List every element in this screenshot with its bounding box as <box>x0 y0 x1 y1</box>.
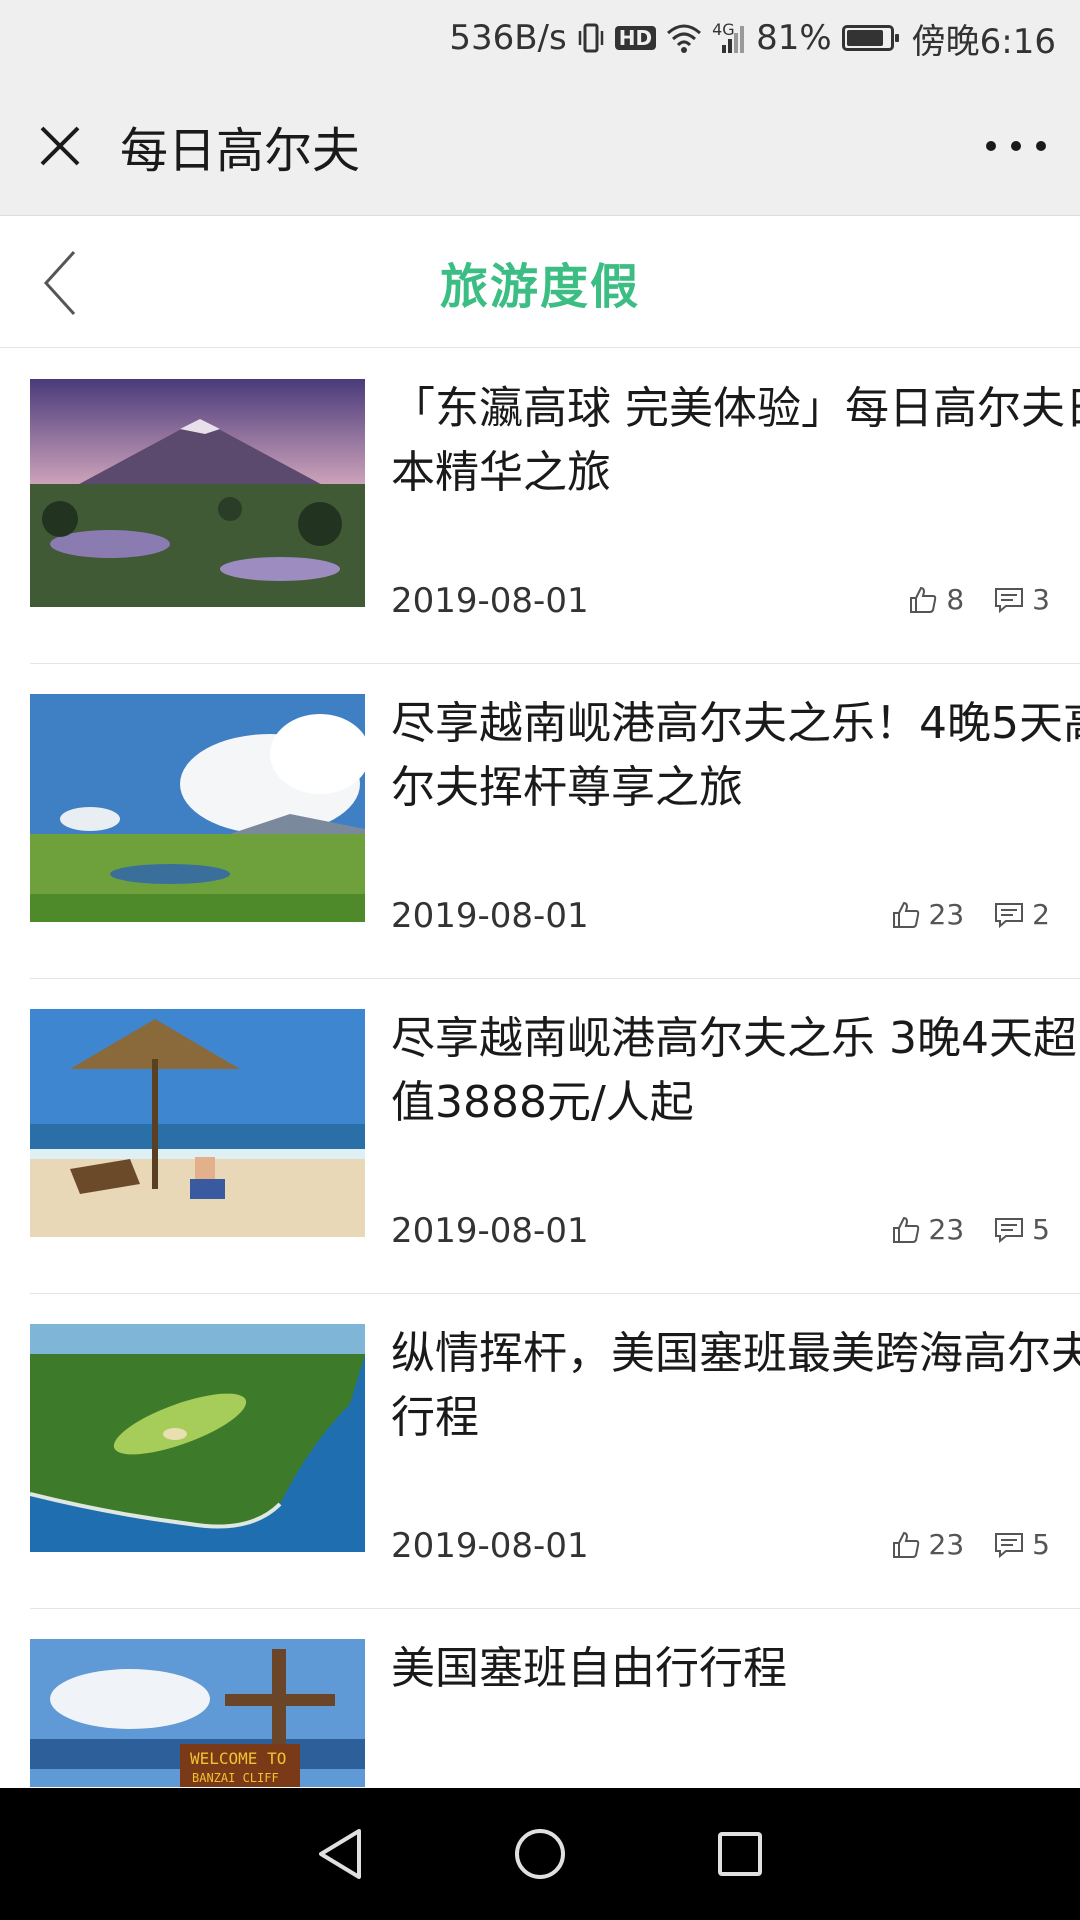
comment-count: 5 <box>1032 1213 1050 1246</box>
thumbs-up-icon <box>891 1215 921 1245</box>
article-title: 尽享越南岘港高尔夫之乐 3晚4天超值3888元/人起 <box>391 1013 1077 1128</box>
clock: 傍晚6:16 <box>911 21 1056 62</box>
comment-icon <box>994 901 1024 929</box>
like-count: 23 <box>928 1528 965 1561</box>
article-title: 美国塞班自由行行程 <box>391 1643 787 1694</box>
list-item[interactable]: WELCOME TO BANZAI CLIFF 美国塞班自由行行程 <box>30 1609 1080 1787</box>
comment-icon <box>994 1531 1024 1559</box>
vibrate-icon <box>577 20 605 56</box>
back-button[interactable] <box>40 245 90 321</box>
circle-home-icon <box>515 1829 565 1879</box>
signal-icon: 4G <box>712 20 746 56</box>
article-title: 尽享越南岘港高尔夫之乐！4晚5天高尔夫挥杆尊享之旅 <box>391 698 1080 813</box>
wifi-icon <box>666 20 702 56</box>
comment-count: 2 <box>1032 898 1050 931</box>
page-title: 旅游度假 <box>439 259 640 315</box>
square-recents-icon <box>718 1832 762 1876</box>
battery-percent: 81% <box>756 18 832 58</box>
more-button[interactable] <box>986 126 1046 166</box>
article-stats: 8 3 <box>908 583 1050 616</box>
article-stats: 23 2 <box>891 898 1050 931</box>
thumbs-up-icon <box>908 585 938 615</box>
list-item[interactable]: 尽享越南岘港高尔夫之乐！4晚5天高尔夫挥杆尊享之旅 2019-08-01 23 … <box>30 664 1080 979</box>
article-date: 2019-08-01 <box>391 1526 589 1566</box>
network-type: 4G <box>712 20 735 39</box>
comment-count: 5 <box>1032 1528 1050 1561</box>
article-thumbnail <box>30 1324 365 1552</box>
net-speed: 536B/s <box>449 18 567 58</box>
page-header: 旅游度假 <box>0 217 1080 348</box>
more-icon <box>986 141 996 151</box>
article-thumbnail <box>30 379 365 607</box>
header-title: 每日高尔夫 <box>120 122 361 179</box>
article-stats: 23 5 <box>891 1528 1050 1561</box>
hd-icon: HD <box>614 20 657 56</box>
article-stats: 23 5 <box>891 1213 1050 1246</box>
system-nav-bar <box>0 1788 1080 1920</box>
like-count: 23 <box>928 1213 965 1246</box>
list-item[interactable]: 纵情挥杆，美国塞班最美跨海高尔夫行程 2019-08-01 23 5 <box>30 1294 1080 1609</box>
article-thumbnail <box>30 1009 365 1237</box>
list-item[interactable]: 尽享越南岘港高尔夫之乐 3晚4天超值3888元/人起 2019-08-01 23… <box>30 979 1080 1294</box>
svg-text:BANZAI CLIFF: BANZAI CLIFF <box>192 1771 279 1785</box>
article-date: 2019-08-01 <box>391 581 589 621</box>
chevron-left-icon <box>43 250 76 316</box>
status-bar: 536B/s HD 4G 81% 傍晚6:16 <box>0 0 1080 76</box>
nav-back-button[interactable] <box>300 1814 380 1894</box>
article-title: 「东瀛高球 完美体验」每日高尔夫日本精华之旅 <box>391 383 1080 498</box>
article-thumbnail: WELCOME TO BANZAI CLIFF <box>30 1639 365 1787</box>
app-header: 每日高尔夫 <box>0 76 1080 216</box>
sign-text: WELCOME TO <box>190 1749 286 1768</box>
article-list: 「东瀛高球 完美体验」每日高尔夫日本精华之旅 2019-08-01 8 3 尽享… <box>0 349 1080 1787</box>
comment-icon <box>994 586 1024 614</box>
article-date: 2019-08-01 <box>391 1211 589 1251</box>
close-icon <box>40 126 80 165</box>
battery-icon <box>841 20 899 56</box>
list-item[interactable]: 「东瀛高球 完美体验」每日高尔夫日本精华之旅 2019-08-01 8 3 <box>30 349 1080 664</box>
triangle-back-icon <box>319 1829 361 1879</box>
article-date: 2019-08-01 <box>391 896 589 936</box>
article-title: 纵情挥杆，美国塞班最美跨海高尔夫行程 <box>391 1328 1080 1443</box>
close-button[interactable] <box>0 76 120 216</box>
comment-icon <box>994 1216 1024 1244</box>
nav-recents-button[interactable] <box>700 1814 780 1894</box>
nav-home-button[interactable] <box>500 1814 580 1894</box>
like-count: 23 <box>928 898 965 931</box>
comment-count: 3 <box>1032 583 1050 616</box>
thumbs-up-icon <box>891 900 921 930</box>
thumbs-up-icon <box>891 1530 921 1560</box>
like-count: 8 <box>946 583 965 616</box>
article-thumbnail <box>30 694 365 922</box>
